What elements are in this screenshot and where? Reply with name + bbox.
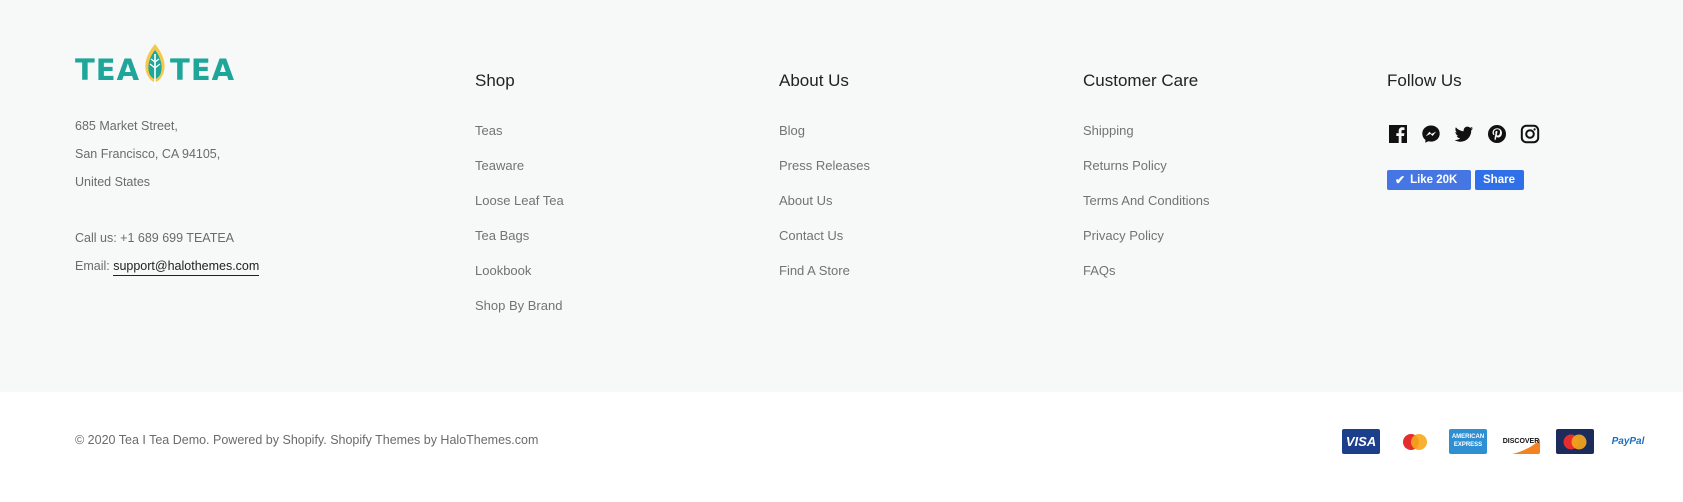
facebook-icon[interactable] [1387,123,1408,144]
logo-text-right: TEA [170,53,236,87]
social-icons [1387,123,1540,144]
amex-card-icon: AMERICAN EXPRESS [1449,429,1487,454]
shop-column: Shop Teas Teaware Loose Leaf Tea Tea Bag… [475,71,564,333]
copyright-text: © 2020 Tea I Tea Demo. Powered by Shopif… [75,433,539,447]
mastercard-icon [1396,429,1434,454]
footer-link-find-a-store[interactable]: Find A Store [779,263,870,298]
fb-share-label: Share [1483,174,1515,186]
customer-care-links: Shipping Returns Policy Terms And Condit… [1083,123,1209,298]
email-label: Email: [75,259,114,273]
footer-link-contact-us[interactable]: Contact Us [779,228,870,263]
discover-text: DISCOVER [1502,438,1540,445]
messenger-icon[interactable] [1420,123,1441,144]
about-title: About Us [779,71,849,90]
amex-text-top: AMERICAN [1451,434,1485,441]
footer-link-returns-policy[interactable]: Returns Policy [1083,158,1209,193]
check-icon: ✔ [1395,173,1406,187]
footer-link-faqs[interactable]: FAQs [1083,263,1209,298]
pinterest-icon[interactable] [1486,123,1507,144]
footer-link-teaware[interactable]: Teaware [475,158,564,193]
facebook-buttons: ✔ Like 20K Share [1387,170,1540,190]
email-row: Email: support@halothemes.com [75,259,260,276]
visa-card-icon: VISA [1342,429,1380,454]
follow-title: Follow Us [1387,71,1462,90]
discover-card-icon: DISCOVER [1502,429,1540,454]
footer-link-shop-by-brand[interactable]: Shop By Brand [475,298,564,333]
customer-care-column: Customer Care Shipping Returns Policy Te… [1083,71,1209,298]
logo[interactable]: TEA TEA [75,40,235,88]
leaf-icon [145,44,165,86]
paypal-text: PayPal [1611,436,1645,447]
maestro-card-icon [1556,429,1594,454]
email-link[interactable]: support@halothemes.com [113,259,260,276]
fb-share-button[interactable]: Share [1475,170,1524,190]
customer-care-title: Customer Care [1083,71,1199,90]
paypal-card-icon: PayPal [1609,429,1647,454]
footer-link-privacy-policy[interactable]: Privacy Policy [1083,228,1209,263]
address-line-3: United States [75,175,151,189]
fb-like-button[interactable]: ✔ Like 20K [1387,170,1471,190]
twitter-icon[interactable] [1453,123,1474,144]
logo-text-left: TEA [75,53,141,87]
footer-link-press-releases[interactable]: Press Releases [779,158,870,193]
maestro-circles [1563,434,1587,449]
footer-link-loose-leaf-tea[interactable]: Loose Leaf Tea [475,193,564,228]
footer-link-shipping[interactable]: Shipping [1083,123,1209,158]
footer-main: TEA TEA 685 Market Street, San Francisco… [0,0,1683,392]
footer-link-terms[interactable]: Terms And Conditions [1083,193,1209,228]
shop-title: Shop [475,71,515,90]
fb-like-label: Like 20K [1410,174,1458,186]
instagram-icon[interactable] [1519,123,1540,144]
about-links: Blog Press Releases About Us Contact Us … [779,123,870,298]
footer-link-teas[interactable]: Teas [475,123,564,158]
visa-text: VISA [1345,434,1377,449]
amex-text-bottom: EXPRESS [1453,441,1483,448]
footer-link-tea-bags[interactable]: Tea Bags [475,228,564,263]
footer-link-blog[interactable]: Blog [779,123,870,158]
about-column: About Us Blog Press Releases About Us Co… [779,71,870,298]
shop-links: Teas Teaware Loose Leaf Tea Tea Bags Loo… [475,123,564,333]
address-line-1: 685 Market Street, [75,119,178,133]
follow-column: Follow Us ✔ Like 20K Share [1387,71,1540,190]
footer-link-lookbook[interactable]: Lookbook [475,263,564,298]
footer-link-about-us[interactable]: About Us [779,193,870,228]
phone-text: Call us: +1 689 699 TEATEA [75,231,235,245]
mastercard-circles [1403,433,1427,450]
address-line-2: San Francisco, CA 94105, [75,147,221,161]
